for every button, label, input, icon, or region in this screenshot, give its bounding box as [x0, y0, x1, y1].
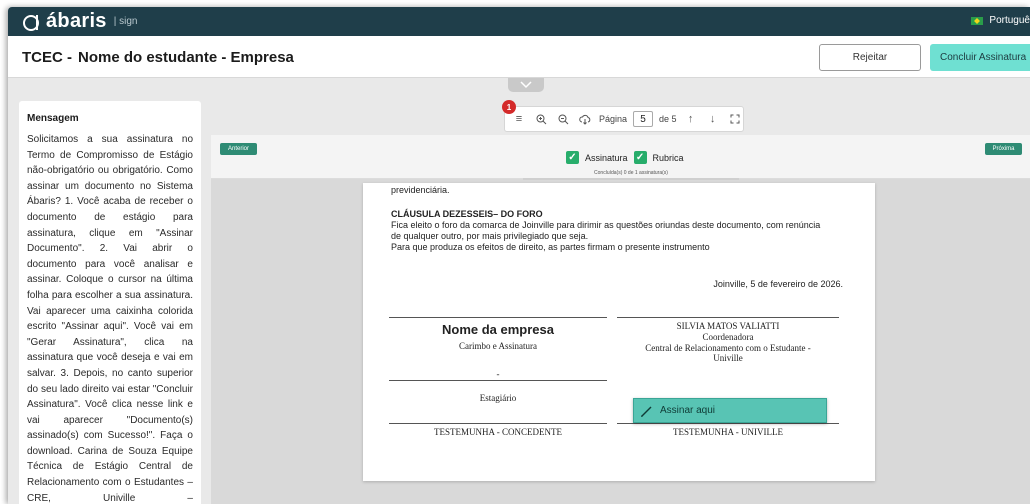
viewer-toolbar: ≡ Página de 5 ↑ ↓	[504, 106, 744, 132]
top-bar: ábaris | sign Portuguê	[8, 7, 1030, 36]
language-label: Portuguê	[989, 15, 1030, 26]
document-header: TCEC - Nome do estudante - Empresa Rejeit…	[8, 36, 1030, 78]
document-page: previdenciária. CLÁUSULA DEZESSEIS– DO F…	[363, 183, 875, 481]
signature-progress-text: Concluída(s) 0 de 1 assinatura(s)	[594, 170, 668, 176]
fullscreen-icon[interactable]	[727, 111, 743, 127]
coordinator-department-line-2: Univille	[713, 353, 743, 363]
app-frame: ábaris | sign Portuguê TCEC - Nome do est…	[8, 7, 1030, 504]
intern-label: Estagiário	[479, 393, 517, 403]
company-signature-line	[389, 317, 607, 318]
brand-suffix: | sign	[113, 16, 138, 27]
brazil-flag-icon	[971, 16, 984, 25]
title-text: Nome do estudante - Empresa	[78, 49, 294, 66]
company-name: Nome da empresa	[442, 322, 554, 337]
document-viewer: Anterior Próxima ✓ Assinatura ✓ Rubrica …	[211, 135, 1030, 504]
company-stamp-label: Carimbo e Assinatura	[459, 341, 537, 351]
page-label: Página	[599, 114, 628, 124]
arrow-up-icon[interactable]: ↑	[683, 111, 699, 127]
signature-checkbox[interactable]: ✓	[566, 151, 579, 164]
notification-badge: 1	[502, 100, 516, 114]
reject-button[interactable]: Rejeitar	[819, 44, 921, 71]
page-number-input[interactable]	[633, 111, 654, 127]
brand-logo[interactable]: ábaris | sign	[20, 10, 137, 33]
download-cloud-icon[interactable]	[577, 111, 593, 127]
intern-dash: -	[496, 369, 500, 379]
coordinator-department-line-1: Central de Relacionamento com o Estudant…	[645, 343, 811, 353]
zoom-in-icon[interactable]	[533, 111, 549, 127]
previous-button[interactable]: Anterior	[220, 143, 257, 155]
coordinator-name: SILVIA MATOS VALIATTI	[676, 321, 780, 331]
menu-icon[interactable]: ≡	[511, 111, 527, 127]
witness-concedente-line	[389, 423, 607, 424]
coordinator-signature-line	[617, 317, 839, 318]
page-title: TCEC - Nome do estudante - Empresa	[22, 49, 294, 66]
sign-here-box[interactable]: Assinar aqui	[633, 398, 827, 423]
witness-univille-line	[617, 423, 839, 424]
witness-univille-label: TESTEMUNHA - UNIVILLE	[673, 427, 783, 437]
coordinator-role: Coordenadora	[702, 332, 754, 342]
pen-icon	[641, 406, 652, 417]
signature-filter-strip: Anterior Próxima ✓ Assinatura ✓ Rubrica …	[211, 135, 1030, 180]
message-body: Solicitamos a sua assinatura no Termo de…	[27, 134, 193, 504]
signature-progress-bar	[523, 178, 739, 180]
clause-line-2: de qualquer outro, por mais privilegiado…	[391, 231, 589, 241]
message-panel: Mensagem Solicitamos a sua assinatura no…	[19, 101, 201, 504]
title-prefix: TCEC -	[22, 49, 72, 66]
witness-concedente-label: TESTEMUNHA - CONCEDENTE	[434, 427, 562, 437]
next-button[interactable]: Próxima	[985, 143, 1022, 155]
zoom-out-icon[interactable]	[555, 111, 571, 127]
initials-filter-label: Rubrica	[652, 152, 684, 163]
chevron-down-icon	[520, 81, 532, 89]
message-title: Mensagem	[27, 113, 79, 124]
initials-checkbox[interactable]: ✓	[633, 151, 647, 164]
date-line: Joinville, 5 de fevereiro de 2026.	[713, 279, 843, 289]
sign-here-label: Assinar aqui	[660, 405, 716, 416]
conclude-signature-button[interactable]: Concluir Assinatura	[930, 44, 1030, 71]
signature-filter-label: Assinatura	[585, 152, 628, 163]
clause-line-1: Fica eleito o foro da comarca de Joinvil…	[391, 220, 821, 230]
intern-signature-line	[389, 380, 607, 381]
language-selector[interactable]: Portuguê	[971, 15, 1030, 26]
abaris-logo-icon	[23, 14, 39, 31]
arrow-down-icon[interactable]: ↓	[705, 111, 721, 127]
page-total: de 5	[659, 114, 677, 124]
doc-line-previdenciaria: previdenciária.	[391, 185, 450, 195]
brand-name: ábaris	[46, 10, 107, 32]
collapse-header-toggle[interactable]	[508, 78, 544, 92]
clause-title: CLÁUSULA DEZESSEIS– DO FORO	[391, 209, 543, 219]
signature-filters: ✓ Assinatura ✓ Rubrica	[566, 151, 684, 164]
clause-line-3: Para que produza os efeitos de direito, …	[391, 242, 710, 252]
